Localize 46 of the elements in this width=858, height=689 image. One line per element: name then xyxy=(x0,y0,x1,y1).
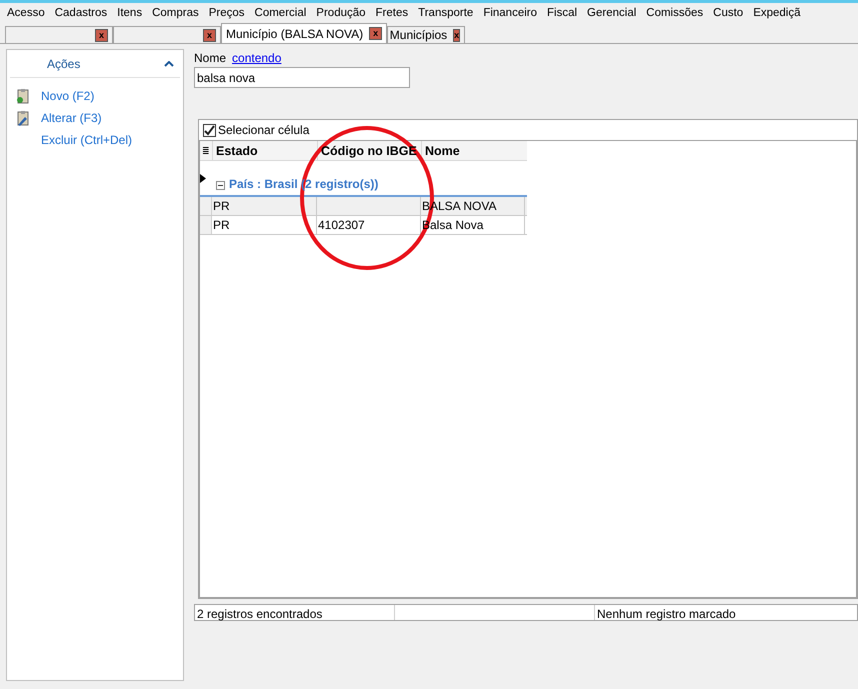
menu-item[interactable]: Produção xyxy=(316,4,366,22)
close-button[interactable]: x xyxy=(95,28,108,42)
menu-item[interactable]: Preços xyxy=(208,4,245,22)
menu-item[interactable]: Fiscal xyxy=(547,4,578,22)
clipboard-add-icon xyxy=(16,88,30,104)
table-cell: 4102307 xyxy=(318,218,365,232)
tab[interactable]: x xyxy=(113,26,221,43)
action-link[interactable]: Alterar (F3) xyxy=(41,109,102,127)
column-header[interactable]: Estado xyxy=(216,144,258,158)
column-options-icon[interactable]: ≣ xyxy=(200,141,212,160)
menu-item[interactable]: Transporte xyxy=(418,4,474,22)
tab[interactable]: Município (BALSA NOVA) x xyxy=(221,23,388,43)
row-pointer-icon xyxy=(200,174,206,182)
table-cell: PR xyxy=(213,218,230,232)
action-link[interactable]: Excluir (Ctrl+Del) xyxy=(41,131,132,149)
menu-item[interactable]: Custo xyxy=(713,4,744,22)
table-cell: PR xyxy=(213,199,230,213)
menu-item[interactable]: Financeiro xyxy=(483,4,538,22)
menu-item[interactable]: Comissões xyxy=(646,4,704,22)
collapse-icon[interactable] xyxy=(216,181,225,190)
checkbox[interactable] xyxy=(203,124,216,136)
menu-item[interactable]: Gerencial xyxy=(587,4,636,22)
panel-title: Ações xyxy=(47,56,80,72)
chevron-up-icon[interactable] xyxy=(164,60,174,66)
status-text: 2 registros encontrados xyxy=(197,607,322,621)
tab[interactable]: Municípios x xyxy=(387,26,466,43)
menu-item[interactable]: Cadastros xyxy=(54,4,108,22)
menu-item[interactable]: Comercial xyxy=(254,4,306,22)
menu-item[interactable]: Acesso xyxy=(7,4,45,22)
status-text: Nenhum registro marcado xyxy=(597,607,736,621)
operator-link[interactable]: contendo xyxy=(232,48,282,66)
action-link[interactable]: Novo (F2) xyxy=(41,87,94,105)
close-button[interactable]: x xyxy=(369,27,382,40)
name-input[interactable]: balsa nova xyxy=(194,67,410,88)
tab[interactable]: x xyxy=(5,26,113,43)
menu-item[interactable]: Compras xyxy=(152,4,199,22)
check-icon xyxy=(204,124,215,136)
checkbox-label: Selecionar célula xyxy=(218,122,310,139)
clipboard-pencil-icon xyxy=(16,110,30,126)
field-label: Nome xyxy=(194,50,226,66)
menu-item[interactable]: Fretes xyxy=(376,4,408,22)
column-header[interactable]: Nome xyxy=(425,144,460,158)
menu-item[interactable]: Itens xyxy=(117,4,142,22)
close-button[interactable]: x xyxy=(453,28,460,42)
close-button[interactable]: x xyxy=(203,28,216,42)
menu-item[interactable]: Expediçã xyxy=(753,4,801,22)
